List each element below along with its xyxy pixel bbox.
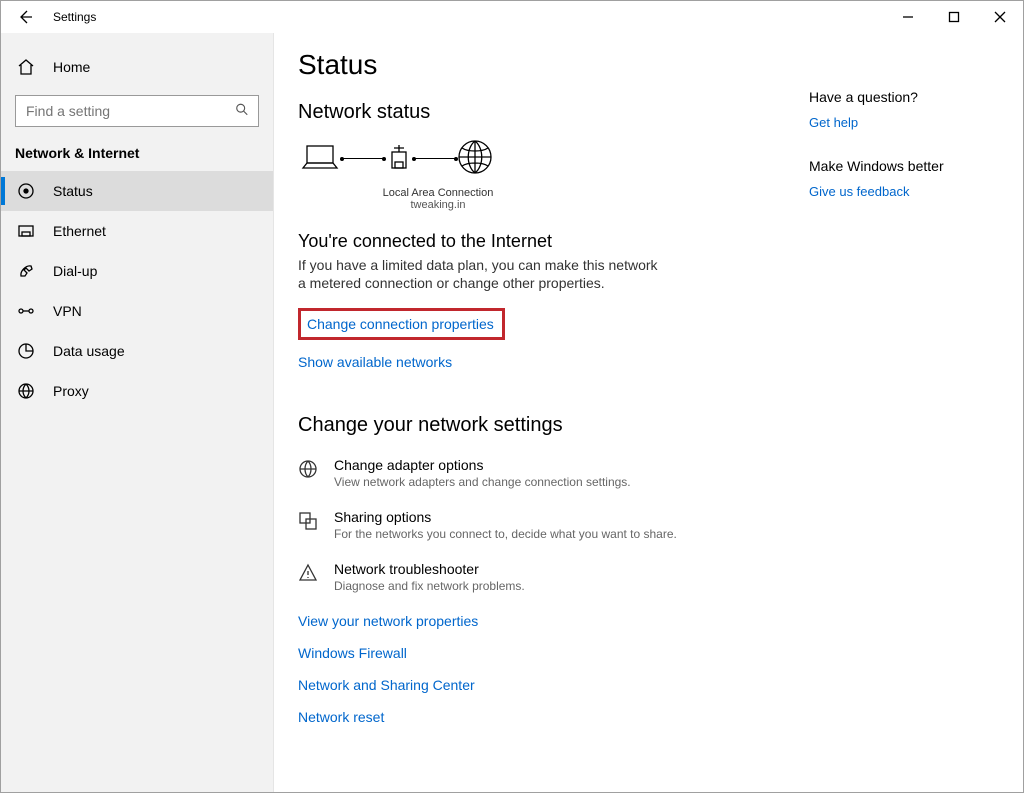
windows-firewall-link[interactable]: Windows Firewall — [298, 645, 769, 661]
page-title: Status — [298, 49, 769, 81]
sidebar-item-datausage[interactable]: Data usage — [1, 331, 273, 371]
close-button[interactable] — [977, 1, 1023, 33]
laptop-icon — [298, 142, 342, 175]
back-button[interactable] — [9, 1, 41, 33]
change-connection-properties-link[interactable]: Change connection properties — [307, 316, 494, 332]
get-help-link[interactable]: Get help — [809, 115, 999, 130]
troubleshooter-icon — [298, 561, 318, 586]
sidebar-item-label: Dial-up — [53, 263, 97, 279]
change-adapter-options[interactable]: Change adapter optionsView network adapt… — [298, 457, 769, 489]
sidebar: Home Network & Internet Status Ethernet — [1, 33, 274, 792]
diagram-label: Local Area Connection tweaking.in — [378, 187, 498, 211]
connected-title: You're connected to the Internet — [298, 231, 769, 252]
view-network-properties-link[interactable]: View your network properties — [298, 613, 769, 629]
adapter-icon — [298, 457, 318, 482]
proxy-icon — [17, 382, 35, 400]
highlight-annotation: Change connection properties — [298, 308, 505, 340]
globe-icon — [456, 138, 494, 179]
aside-panel: Have a question? Get help Make Windows b… — [809, 49, 999, 768]
network-sharing-center-link[interactable]: Network and Sharing Center — [298, 677, 769, 693]
datausage-icon — [17, 342, 35, 360]
help-heading: Have a question? — [809, 89, 999, 105]
network-status-heading: Network status — [298, 101, 769, 124]
sidebar-item-label: Data usage — [53, 343, 125, 359]
maximize-button[interactable] — [931, 1, 977, 33]
network-diagram — [298, 138, 769, 179]
sidebar-item-vpn[interactable]: VPN — [1, 291, 273, 331]
vpn-icon — [17, 302, 35, 320]
home-label: Home — [53, 59, 90, 75]
search-input[interactable] — [15, 95, 259, 127]
sidebar-item-label: Status — [53, 183, 93, 199]
dialup-icon — [17, 262, 35, 280]
home-icon — [17, 58, 35, 76]
window-title: Settings — [41, 10, 96, 24]
sharing-icon — [298, 509, 318, 534]
sidebar-item-label: Ethernet — [53, 223, 106, 239]
sidebar-item-status[interactable]: Status — [1, 171, 273, 211]
main-content: Status Network status Local — [274, 33, 1023, 792]
sidebar-item-dialup[interactable]: Dial-up — [1, 251, 273, 291]
titlebar: Settings — [1, 1, 1023, 33]
change-settings-heading: Change your network settings — [298, 414, 769, 437]
network-troubleshooter[interactable]: Network troubleshooterDiagnose and fix n… — [298, 561, 769, 593]
ethernet-icon — [17, 222, 35, 240]
give-feedback-link[interactable]: Give us feedback — [809, 184, 999, 199]
sidebar-category: Network & Internet — [1, 141, 273, 171]
network-reset-link[interactable]: Network reset — [298, 709, 769, 725]
show-available-networks-link[interactable]: Show available networks — [298, 354, 452, 370]
feedback-heading: Make Windows better — [809, 158, 999, 174]
minimize-button[interactable] — [885, 1, 931, 33]
sidebar-item-proxy[interactable]: Proxy — [1, 371, 273, 411]
sidebar-item-ethernet[interactable]: Ethernet — [1, 211, 273, 251]
connected-description: If you have a limited data plan, you can… — [298, 256, 658, 292]
sidebar-item-label: VPN — [53, 303, 82, 319]
sidebar-item-label: Proxy — [53, 383, 89, 399]
status-icon — [17, 182, 35, 200]
router-icon — [384, 142, 414, 175]
sharing-options[interactable]: Sharing optionsFor the networks you conn… — [298, 509, 769, 541]
home-button[interactable]: Home — [1, 45, 273, 89]
settings-window: Settings Home Network & Inte — [0, 0, 1024, 793]
